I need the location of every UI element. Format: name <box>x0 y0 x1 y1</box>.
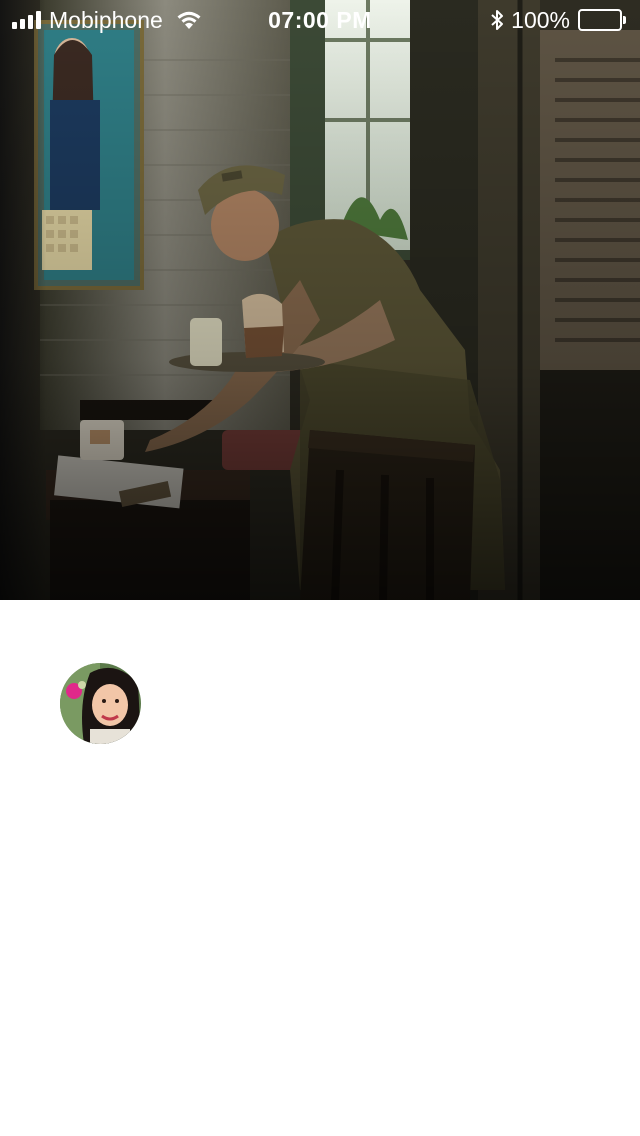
status-bar: Mobiphone 07:00 PM 100% <box>0 0 640 40</box>
battery-icon <box>578 9 626 31</box>
user-avatar-photo <box>60 663 141 744</box>
user-avatar[interactable] <box>60 663 141 744</box>
hero-photo <box>0 0 640 600</box>
bluetooth-icon <box>491 10 504 30</box>
content-area <box>0 600 640 1136</box>
status-bar-right: 100% <box>489 0 626 40</box>
battery-percent: 100% <box>511 7 570 33</box>
cafe-waiter-photo <box>0 0 640 600</box>
